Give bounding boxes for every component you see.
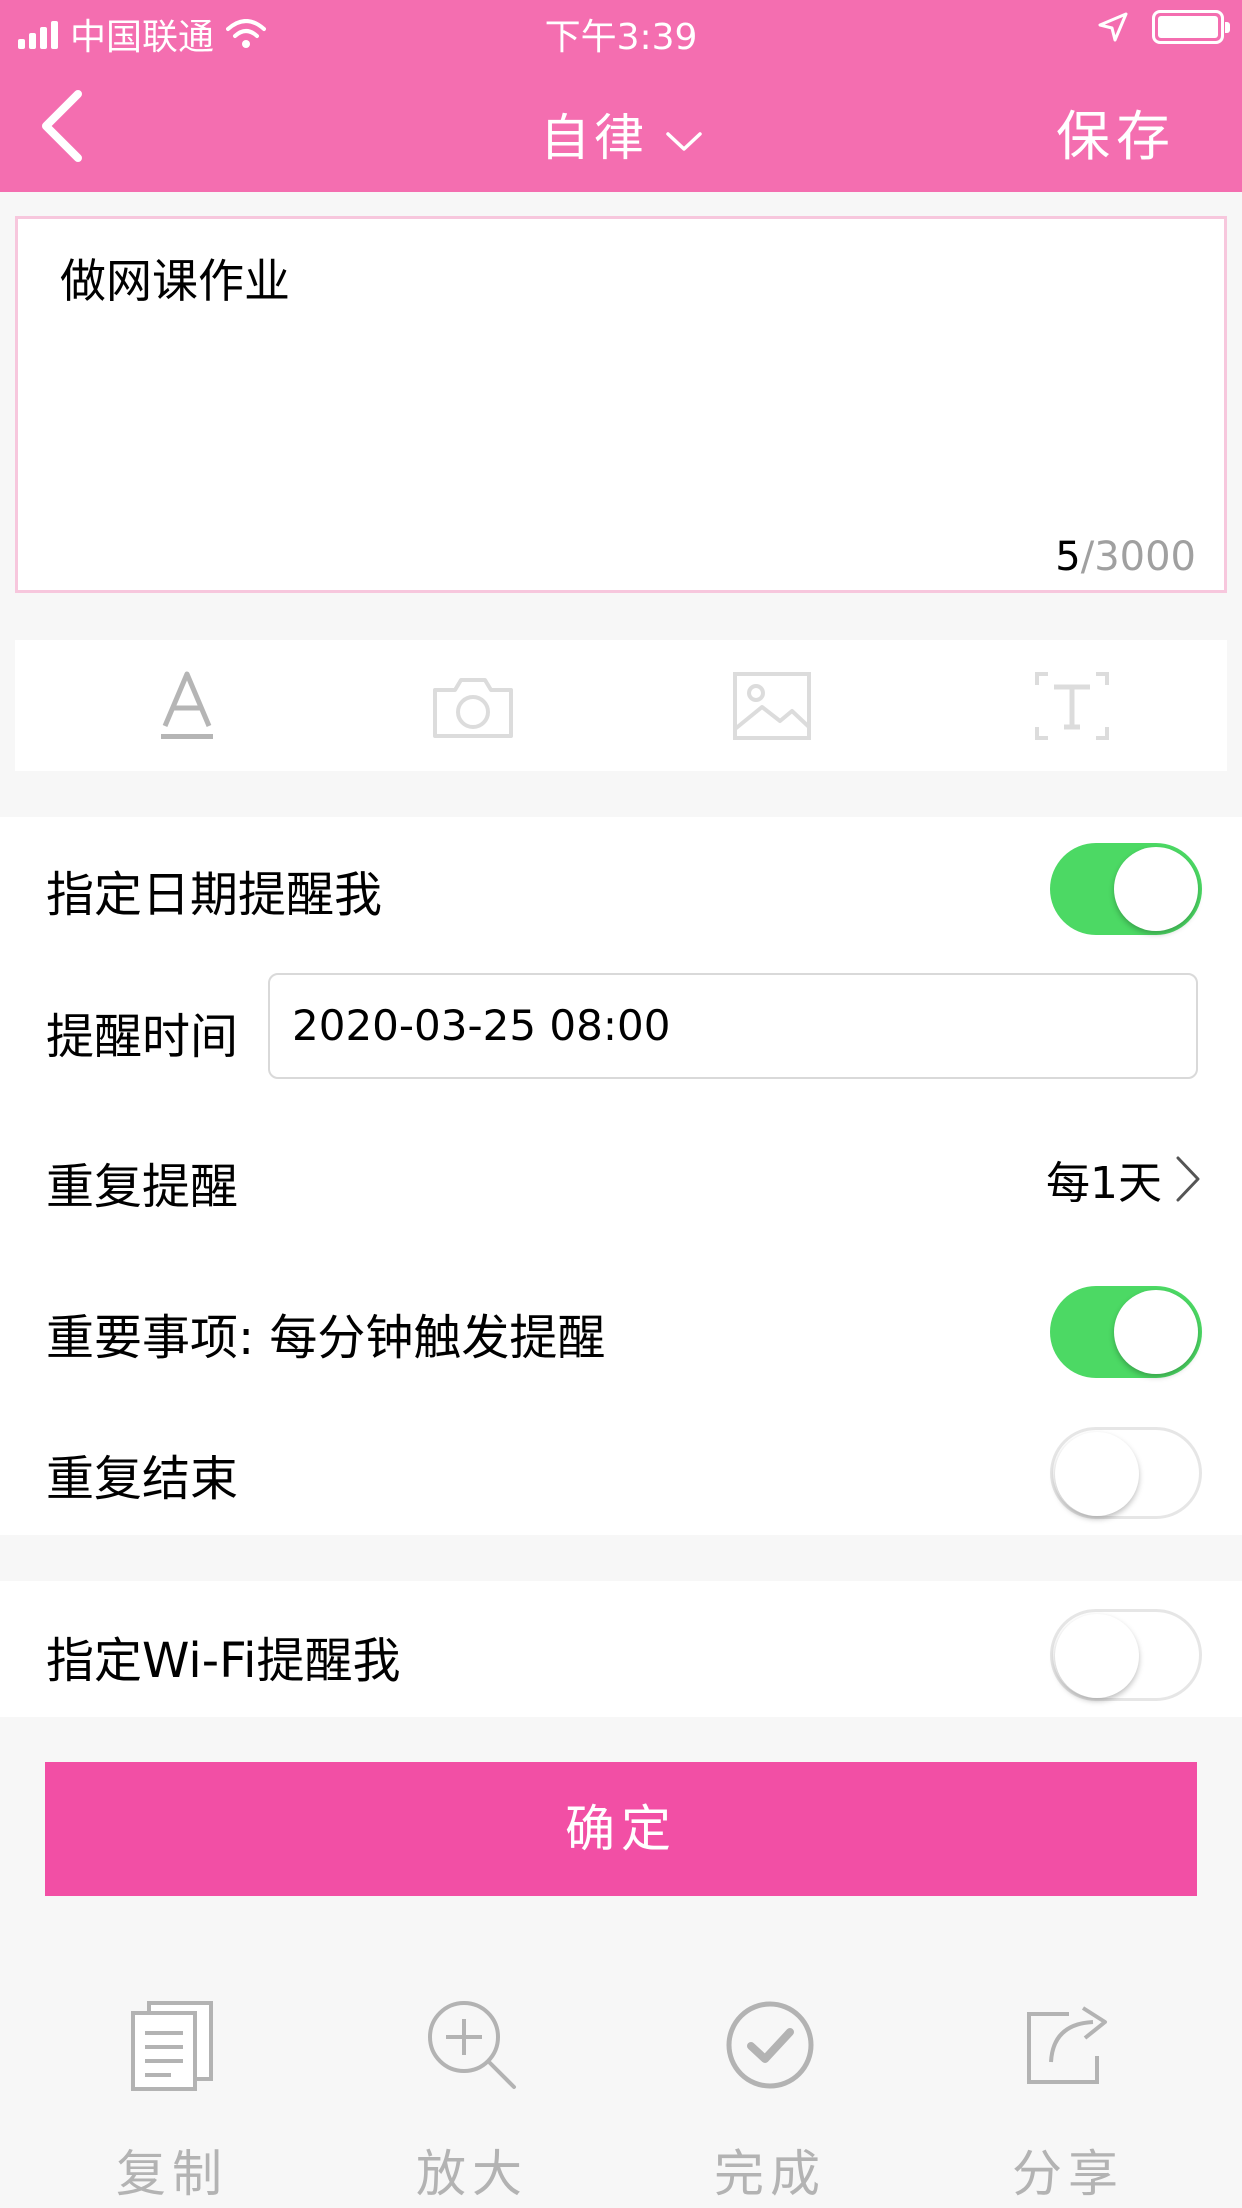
confirm-button[interactable]: 确定 [45,1762,1197,1896]
copy-label: 复制 [116,2145,228,2203]
important-row: 重要事项: 每分钟触发提醒 [0,1266,1242,1386]
share-button[interactable]: 分享 [968,1990,1168,2206]
char-counter: 5/3000 [1055,534,1196,580]
location-arrow-icon [1098,12,1128,42]
copy-icon [131,2001,213,2091]
date-reminder-toggle[interactable] [1050,843,1202,935]
chevron-down-icon [666,131,702,151]
wifi-reminder-section: 指定Wi-Fi提醒我 [0,1581,1242,1717]
share-label: 分享 [1012,2145,1124,2203]
repeat-end-toggle[interactable] [1050,1427,1202,1519]
zoom-in-icon [428,2001,516,2089]
copy-button[interactable]: 复制 [72,1990,272,2206]
reminder-settings: 指定日期提醒我 提醒时间 2020-03-25 08:00 重复提醒 每1天 重… [0,817,1242,1535]
share-icon [1027,2006,1107,2084]
nav-bar: 自律 保存 [0,60,1242,192]
repeat-reminder-row[interactable]: 重复提醒 每1天 [0,1115,1242,1235]
important-label: 重要事项: 每分钟触发提醒 [46,1310,606,1366]
char-count: 5 [1055,534,1081,580]
wifi-reminder-row: 指定Wi-Fi提醒我 [0,1589,1242,1709]
reminder-time-input[interactable]: 2020-03-25 08:00 [268,973,1198,1079]
format-toolbar [15,640,1227,771]
category-title: 自律 [540,109,648,167]
image-icon[interactable] [727,670,817,742]
check-circle-icon [726,2001,814,2089]
zoom-button[interactable]: 放大 [372,1990,572,2206]
text-format-icon[interactable] [142,670,232,742]
wifi-reminder-toggle[interactable] [1050,1609,1202,1701]
repeat-end-label: 重复结束 [46,1451,239,1507]
repeat-value[interactable]: 每1天 [1046,1147,1202,1211]
wifi-reminder-label: 指定Wi-Fi提醒我 [46,1633,401,1689]
status-bar: 中国联通 下午3:39 [0,0,1242,60]
save-button[interactable]: 保存 [1056,92,1176,171]
important-toggle[interactable] [1050,1286,1202,1378]
battery-icon [1152,10,1230,44]
complete-button[interactable]: 完成 [670,1990,870,2206]
date-reminder-row: 指定日期提醒我 [0,823,1242,943]
repeat-end-row: 重复结束 [0,1407,1242,1527]
char-limit: /3000 [1080,534,1196,580]
camera-icon[interactable] [428,670,518,742]
zoom-label: 放大 [416,2145,528,2203]
status-right [1098,10,1230,44]
repeat-interval: 每1天 [1046,1158,1162,1209]
repeat-reminder-label: 重复提醒 [46,1159,239,1215]
note-editor[interactable]: 做网课作业 5/3000 [15,216,1227,593]
chevron-right-icon [1176,1156,1200,1202]
text-box-icon[interactable] [1027,670,1117,742]
status-time: 下午3:39 [544,17,698,58]
complete-label: 完成 [714,2145,826,2203]
reminder-time-label: 提醒时间 [46,1009,239,1065]
date-reminder-label: 指定日期提醒我 [46,867,383,923]
bottom-action-bar: 复制 放大 完成 分享 [0,1960,1242,2208]
note-content[interactable]: 做网课作业 [60,245,290,311]
